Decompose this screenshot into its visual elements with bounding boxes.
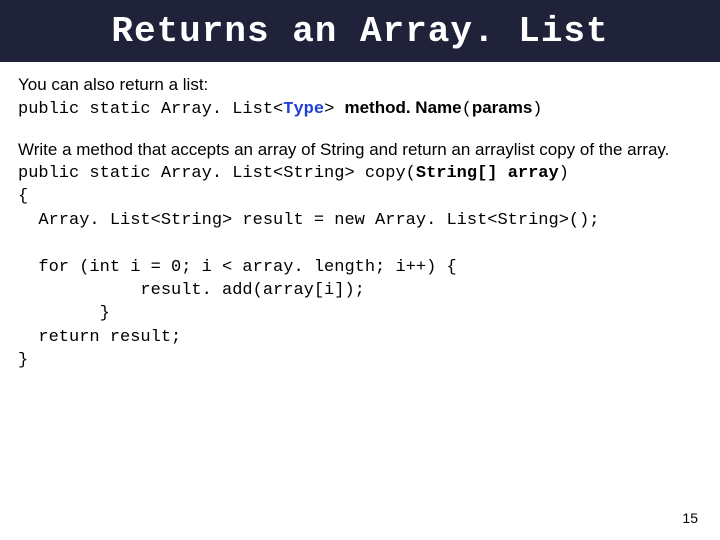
code-l1c: ): [559, 164, 569, 183]
code-l9: }: [18, 351, 28, 370]
page-number: 15: [682, 510, 698, 526]
sig-params: params: [472, 98, 532, 117]
code-l2: {: [18, 187, 28, 206]
sig-prefix: public static Array. List<: [18, 100, 283, 119]
code-l7: }: [18, 304, 110, 323]
sig-paren-close: ): [532, 100, 542, 119]
content-area: You can also return a list: public stati…: [0, 62, 720, 373]
exercise-prompt: Write a method that accepts an array of …: [18, 139, 702, 160]
slide-title: Returns an Array. List: [111, 11, 608, 52]
code-block: public static Array. List<String> copy(S…: [18, 162, 702, 373]
sig-method-name: method. Name: [344, 98, 461, 117]
code-l1b: String[] array: [416, 164, 559, 183]
code-l8: return result;: [18, 328, 181, 347]
code-l3: Array. List<String> result = new Array. …: [18, 211, 600, 230]
sig-paren-open: (: [462, 100, 472, 119]
title-band: Returns an Array. List: [0, 0, 720, 62]
intro-line: You can also return a list:: [18, 74, 702, 95]
code-l1a: public static Array. List<String> copy(: [18, 164, 416, 183]
sig-type: Type: [283, 100, 324, 119]
code-l5: for (int i = 0; i < array. length; i++) …: [18, 258, 457, 277]
intro-block: You can also return a list: public stati…: [18, 74, 702, 121]
sig-mid: >: [324, 100, 344, 119]
code-l6: result. add(array[i]);: [18, 281, 365, 300]
method-signature: public static Array. List<Type> method. …: [18, 97, 702, 120]
slide: Returns an Array. List You can also retu…: [0, 0, 720, 540]
